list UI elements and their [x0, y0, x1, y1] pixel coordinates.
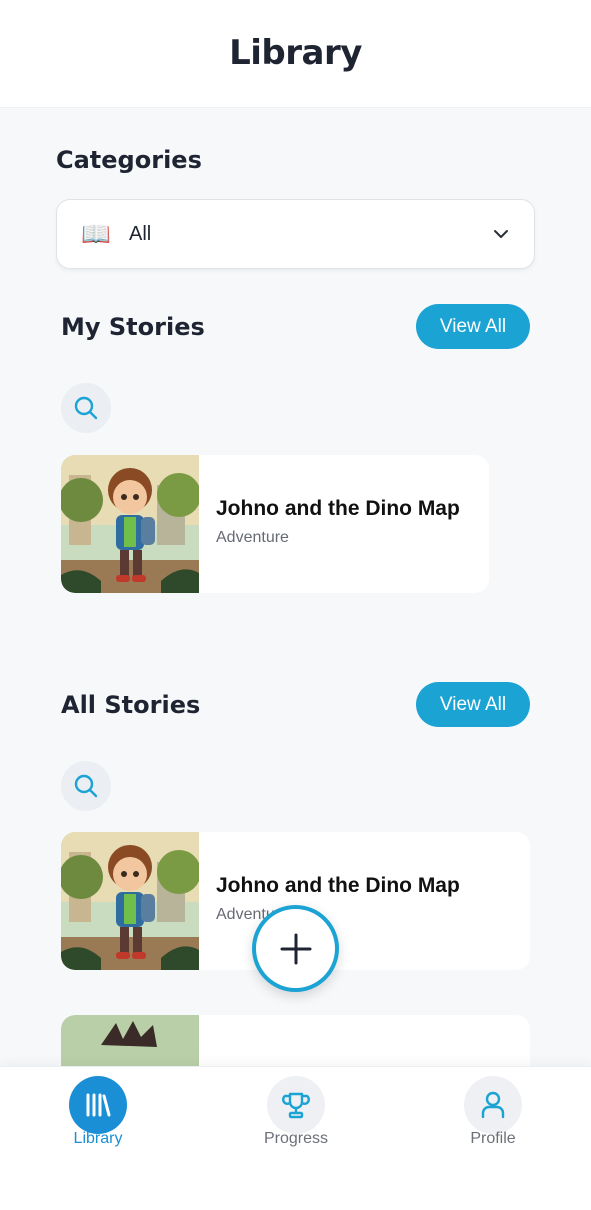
nav-label-progress: Progress: [263, 1130, 329, 1147]
add-story-button[interactable]: [252, 905, 339, 992]
trophy-icon: [282, 1092, 310, 1119]
search-icon: [74, 774, 98, 798]
user-icon: [481, 1091, 505, 1119]
nav-label-library: Library: [73, 1130, 123, 1147]
story-genre: Adventure: [216, 906, 289, 923]
story-cover-image: [61, 832, 199, 970]
nav-item-profile[interactable]: Profile: [443, 1076, 543, 1148]
my-stories-view-all-button[interactable]: View All: [416, 304, 530, 349]
story-card[interactable]: [61, 1015, 530, 1066]
plus-icon: [280, 933, 311, 964]
open-book-icon: 📖: [81, 220, 111, 248]
nav-label-profile: Profile: [470, 1130, 516, 1147]
category-dropdown[interactable]: 📖 All: [56, 199, 535, 269]
page-title: Library: [229, 32, 362, 73]
my-stories-search-button[interactable]: [61, 383, 111, 433]
nav-item-library[interactable]: Library: [48, 1076, 148, 1148]
bottom-navigation: Library Progress Profile: [0, 1066, 591, 1210]
chevron-down-icon: [494, 230, 508, 238]
story-title: Johno and the Dino Map: [216, 497, 460, 520]
all-stories-search-button[interactable]: [61, 761, 111, 811]
story-genre: Adventure: [216, 529, 289, 546]
search-icon: [74, 396, 98, 420]
categories-heading: Categories: [56, 146, 202, 174]
all-stories-heading: All Stories: [61, 691, 201, 719]
all-stories-view-all-button[interactable]: View All: [416, 682, 530, 727]
category-selected-value: All: [129, 222, 152, 245]
app-header: Library: [0, 0, 591, 108]
story-card[interactable]: Johno and the Dino Map Adventure: [61, 455, 489, 593]
story-cover-image: [61, 1015, 199, 1066]
my-stories-heading: My Stories: [61, 313, 205, 341]
story-title: Johno and the Dino Map: [216, 874, 460, 897]
story-cover-image: [61, 455, 199, 593]
nav-item-progress[interactable]: Progress: [246, 1076, 346, 1148]
library-icon: [86, 1093, 111, 1117]
